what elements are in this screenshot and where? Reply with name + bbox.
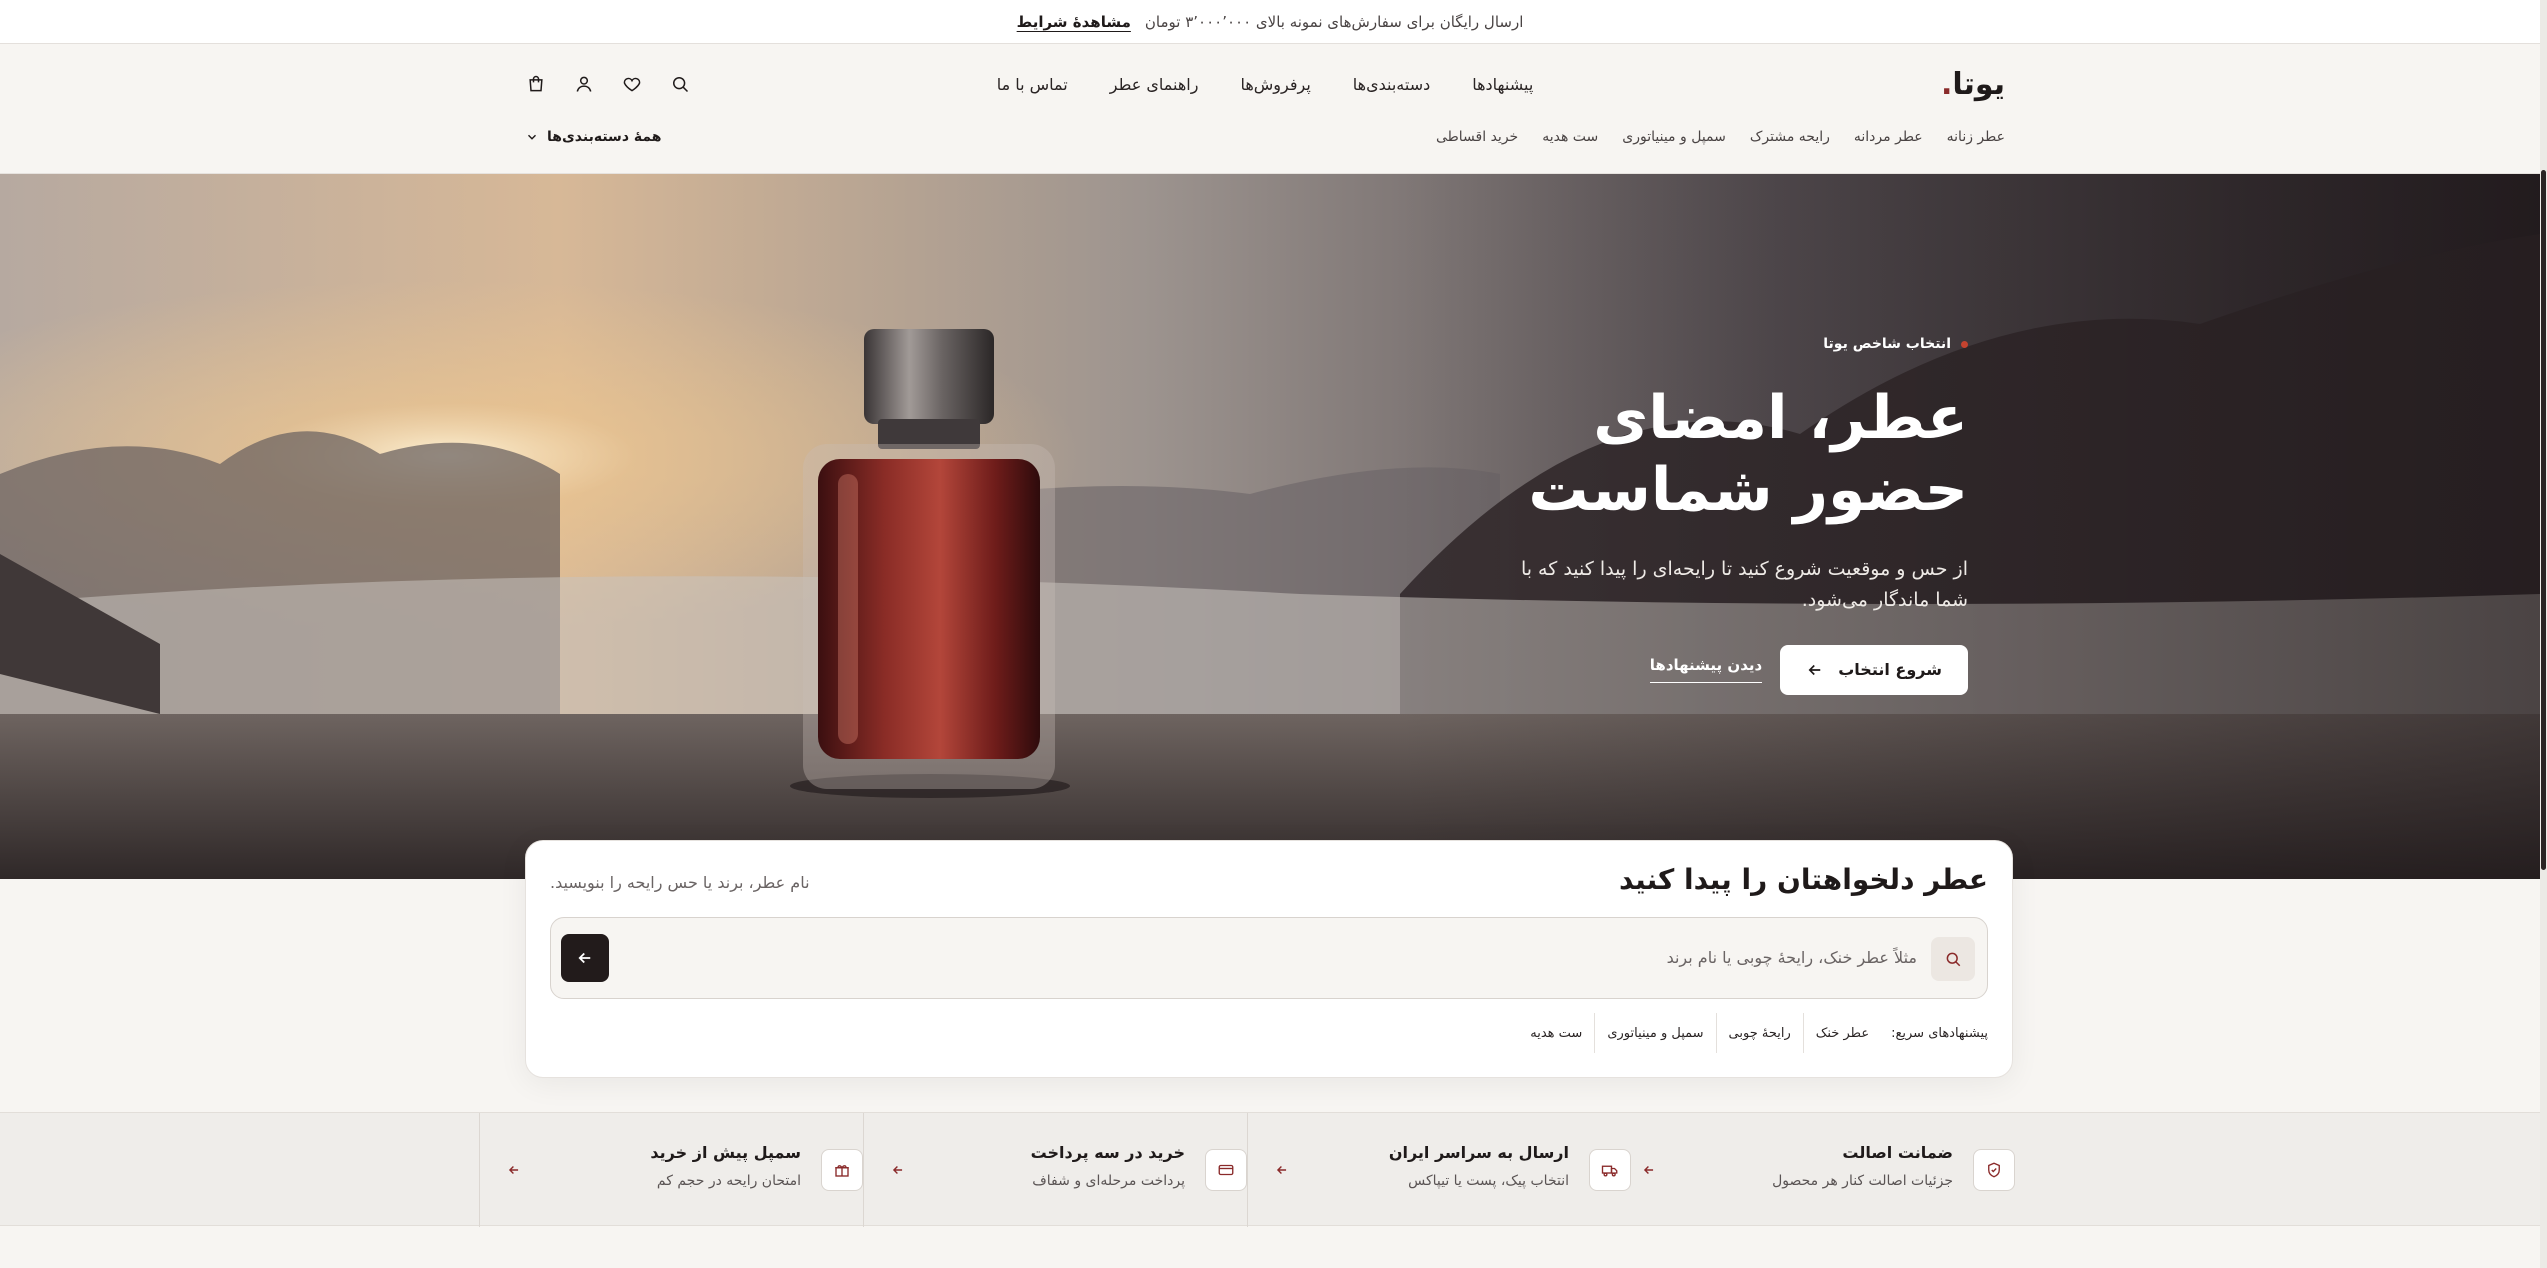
search-title: عطر دلخواهتان را پیدا کنید <box>1618 863 1988 896</box>
chevron-down-icon <box>528 134 536 140</box>
nav-perfume-guide[interactable]: راهنمای عطر <box>1110 75 1199 94</box>
start-selection-button[interactable]: شروع انتخاب <box>1780 644 1968 695</box>
category-nav: عطر زنانه عطر مردانه رایحه مشترک سمپل و … <box>1436 129 2005 145</box>
arrow-left-icon[interactable] <box>1272 1160 1292 1180</box>
logo-text: یوتا <box>1952 66 2006 102</box>
main-nav: پیشنهادها دسته‌بندی‌ها پرفروش‌ها راهنمای… <box>997 75 1534 94</box>
chip-divider <box>1594 1013 1596 1053</box>
arrow-left-icon[interactable] <box>1639 1160 1659 1180</box>
feature-subtitle: پرداخت مرحله‌ای و شفاف <box>1032 1173 1185 1189</box>
scrollbar-thumb[interactable] <box>2541 170 2546 870</box>
start-selection-label: شروع انتخاب <box>1838 660 1942 680</box>
feature-title: خرید در سه پرداخت <box>1030 1143 1185 1162</box>
page-scrollbar[interactable] <box>2540 0 2547 1268</box>
gift-icon <box>821 1149 863 1191</box>
hero-eyebrow-text: انتخاب شاخص یوتا <box>1823 336 1951 352</box>
nav-contact[interactable]: تماس با ما <box>997 75 1068 94</box>
logo[interactable]: یوتا. <box>1940 66 2006 102</box>
logo-dot: . <box>1940 66 1953 102</box>
quick-suggestions: پیشنهادهای سریع: عطر خنک رایحهٔ چوبی سمپ… <box>1518 1013 1988 1053</box>
category-installments[interactable]: خرید اقساطی <box>1436 129 1518 145</box>
feature-subtitle: جزئیات اصالت کنار هر محصول <box>1772 1173 1953 1189</box>
chip-woody[interactable]: رایحهٔ چوبی <box>1717 1026 1803 1041</box>
category-samples[interactable]: سمپل و مینیاتوری <box>1622 129 1726 145</box>
search-card: عطر دلخواهتان را پیدا کنید نام عطر، برند… <box>525 840 2013 1078</box>
feature-title: سمپل پیش از خرید <box>650 1143 801 1162</box>
user-icon[interactable] <box>573 73 595 95</box>
arrow-left-icon <box>578 952 591 964</box>
category-mens[interactable]: عطر مردانه <box>1854 129 1923 145</box>
header-icons <box>525 73 691 95</box>
quick-suggestions-label: پیشنهادهای سریع: <box>1891 1025 1988 1041</box>
search-placeholder: مثلاً عطر خنک، رایحهٔ چوبی یا نام برند <box>1666 948 1917 967</box>
all-categories-label: همهٔ دسته‌بندی‌ها <box>547 129 662 145</box>
feature-shipping[interactable]: ارسال به سراسر ایران انتخاب پیک، پست یا … <box>1247 1113 1631 1227</box>
shield-check-icon <box>1973 1149 2015 1191</box>
arrow-left-icon <box>1808 664 1821 675</box>
hero-title-line-2: حضور شماست <box>1528 455 1968 525</box>
announcement-bar: ارسال رایگان برای سفارش‌های نمونه بالای … <box>0 0 2540 44</box>
nav-offers[interactable]: پیشنهادها <box>1472 75 1533 94</box>
feature-authenticity[interactable]: ضمانت اصالت جزئیات اصالت کنار هر محصول <box>1631 1113 2015 1227</box>
announcement-text: ارسال رایگان برای سفارش‌های نمونه بالای … <box>1144 12 1524 31</box>
all-categories-dropdown[interactable]: همهٔ دسته‌بندی‌ها <box>525 129 661 145</box>
hero-title: عطر، امضای حضور شماست <box>1508 382 1968 526</box>
category-row: عطر زنانه عطر مردانه رایحه مشترک سمپل و … <box>525 122 2005 152</box>
chip-gift-set[interactable]: ست هدیه <box>1518 1026 1594 1041</box>
feature-subtitle: انتخاب پیک، پست یا تیپاکس <box>1408 1173 1569 1189</box>
hero-content: انتخاب شاخص یوتا عطر، امضای حضور شماست ا… <box>1508 336 1968 695</box>
site-header: یوتا. پیشنهادها دسته‌بندی‌ها پرفروش‌ها ر… <box>0 44 2540 174</box>
chip-samples[interactable]: سمپل و مینیاتوری <box>1595 1026 1715 1041</box>
hero-eyebrow: انتخاب شاخص یوتا <box>1508 336 1968 352</box>
hero-banner: انتخاب شاخص یوتا عطر، امضای حضور شماست ا… <box>0 174 2540 879</box>
search-submit-button[interactable] <box>561 934 609 982</box>
hero-background-image <box>0 174 2540 879</box>
announcement-terms-link[interactable]: مشاهدهٔ شرایط <box>1017 13 1131 31</box>
chip-divider <box>1715 1013 1717 1053</box>
nav-bestsellers[interactable]: پرفروش‌ها <box>1240 75 1310 94</box>
category-womens[interactable]: عطر زنانه <box>1947 129 2005 145</box>
search-input[interactable]: مثلاً عطر خنک، رایحهٔ چوبی یا نام برند <box>550 917 1988 999</box>
feature-title: ارسال به سراسر ایران <box>1388 1143 1569 1162</box>
eyebrow-dot-icon <box>1961 340 1968 348</box>
search-hint: نام عطر، برند یا حس رایحه را بنویسید. <box>550 873 810 892</box>
features-strip: ضمانت اصالت جزئیات اصالت کنار هر محصول ا… <box>0 1112 2540 1227</box>
heart-icon[interactable] <box>621 73 643 95</box>
feature-subtitle: امتحان رایحه در حجم کم <box>656 1173 801 1189</box>
feature-installments[interactable]: خرید در سه پرداخت پرداخت مرحله‌ای و شفاف <box>863 1113 1247 1227</box>
feature-title: ضمانت اصالت <box>1842 1143 1953 1162</box>
truck-icon <box>1589 1149 1631 1191</box>
search-icon <box>1931 937 1975 981</box>
page: ارسال رایگان برای سفارش‌های نمونه بالای … <box>0 0 2540 1268</box>
hero-title-line-1: عطر، امضای <box>1593 383 1968 453</box>
hero-description: از حس و موقعیت شروع کنید تا رایحه‌ای را … <box>1520 558 1968 612</box>
feature-samples[interactable]: سمپل پیش از خرید امتحان رایحه در حجم کم <box>479 1113 863 1227</box>
header-main-row: یوتا. پیشنهادها دسته‌بندی‌ها پرفروش‌ها ر… <box>525 64 2006 104</box>
credit-card-icon <box>1205 1149 1247 1191</box>
hero-actions: شروع انتخاب دیدن پیشنهادها <box>1508 644 1968 695</box>
category-gift-sets[interactable]: ست هدیه <box>1542 129 1598 145</box>
nav-categories[interactable]: دسته‌بندی‌ها <box>1353 75 1430 94</box>
arrow-left-icon[interactable] <box>888 1160 908 1180</box>
bag-icon[interactable] <box>525 73 547 95</box>
chip-divider <box>1802 1013 1804 1053</box>
search-icon[interactable] <box>669 73 691 95</box>
category-unisex[interactable]: رایحه مشترک <box>1750 129 1830 145</box>
view-offers-link[interactable]: دیدن پیشنهادها <box>1649 656 1763 684</box>
chip-fresh[interactable]: عطر خنک <box>1804 1026 1881 1041</box>
arrow-left-icon[interactable] <box>504 1160 524 1180</box>
